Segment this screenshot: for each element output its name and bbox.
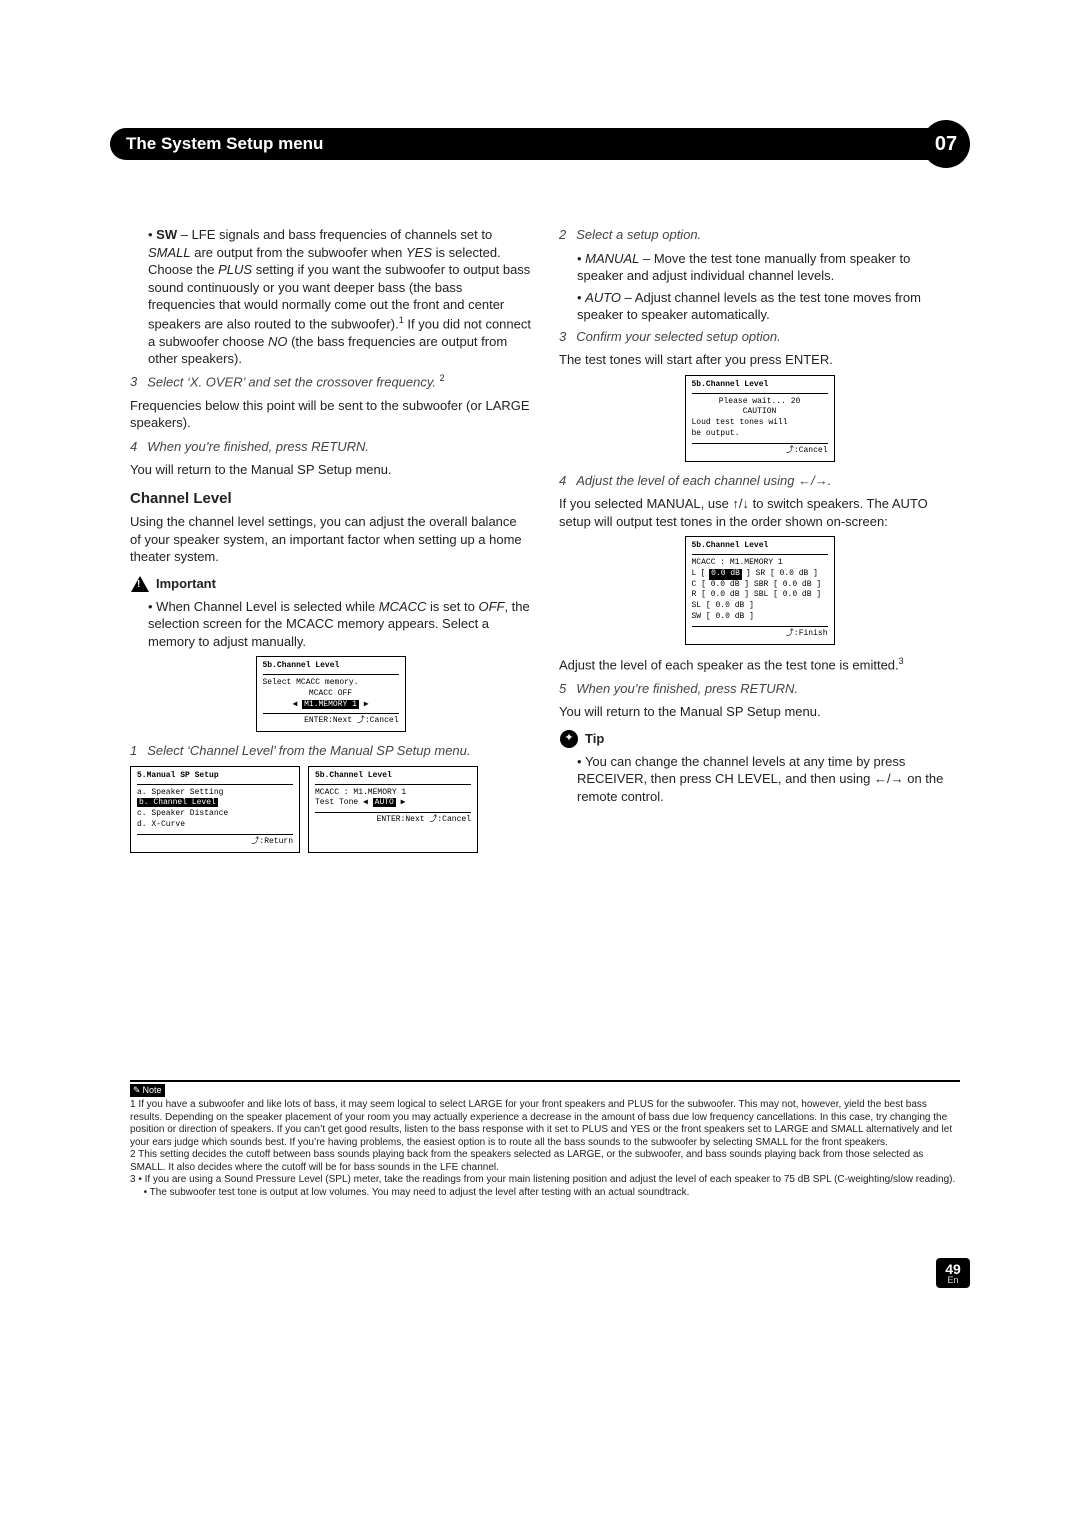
important-bullet: When Channel Level is selected while MCA… [148,598,531,651]
kw: SW [156,227,177,242]
tip-label: Tip [585,730,604,748]
warning-icon [130,574,150,594]
footnote-3: 3 • If you are using a Sound Pressure Le… [130,1174,960,1187]
page-lang: En [936,1275,970,1285]
tip-callout: ✦ Tip [559,729,960,749]
important-label: Important [156,575,216,593]
manual-bullet: MANUAL – Move the test tone manually fro… [577,250,960,285]
channel-level-intro: Using the channel level settings, you ca… [130,513,531,566]
footnote-1: 1 If you have a subwoofer and like lots … [130,1099,960,1149]
osd-manual-sp-setup: 5.Manual SP Setup a. Speaker Setting b. … [130,766,300,853]
step-4: 4Adjust the level of each channel using … [559,472,960,490]
important-callout: Important [130,574,531,594]
sw-bullet: SW – LFE signals and bass frequencies of… [148,226,531,368]
footnotes: ✎ Note 1 If you have a subwoofer and lik… [130,1080,960,1199]
footnote-ref-3: 3 [899,656,904,666]
step-3: 3Confirm your selected setup option. [559,328,960,346]
content-columns: SW – LFE signals and bass frequencies of… [130,226,960,863]
auto-bullet: AUTO – Adjust channel levels as the test… [577,289,960,324]
left-column: SW – LFE signals and bass frequencies of… [130,226,531,863]
osd-please-wait: 5b.Channel Level Please wait... 20 CAUTI… [685,375,835,462]
osd-channel-level-testtone: 5b.Channel Level MCACC : M1.MEMORY 1 Tes… [308,766,478,853]
header-bar: The System Setup menu [110,128,970,160]
osd-mcacc-memory: 5b.Channel Level Select MCACC memory. MC… [256,656,406,732]
note-label-row: ✎ Note [130,1084,960,1097]
step-5-body: You will return to the Manual SP Setup m… [559,703,960,721]
channel-level-heading: Channel Level [130,489,531,509]
osd-levels: 5b.Channel Level MCACC : M1.MEMORY 1 L[0… [685,536,835,644]
chapter-badge: 07 [922,120,970,168]
step-3-body: Frequencies below this point will be sen… [130,397,531,432]
footnote-3b: • The subwoofer test tone is output at l… [130,1187,960,1200]
note-icon: ✎ Note [130,1084,165,1097]
page-number-badge: 49 En [936,1258,970,1288]
step-1: 1Select ‘Channel Level’ from the Manual … [130,742,531,760]
header-title: The System Setup menu [126,134,323,154]
step-3: 3Select ‘X. OVER’ and set the crossover … [130,372,531,391]
step-5: 5When you’re finished, press RETURN. [559,680,960,698]
right-column: 2Select a setup option. MANUAL – Move th… [559,226,960,863]
tip-bullet: You can change the channel levels at any… [577,753,960,806]
step-4-body: You will return to the Manual SP Setup m… [130,461,531,479]
footnote-rule [130,1080,960,1082]
footnote-2: 2 This setting decides the cutoff betwee… [130,1149,960,1174]
after-step4: Adjust the level of each speaker as the … [559,655,960,674]
step-4: 4When you’re finished, press RETURN. [130,438,531,456]
osd-pair: 5.Manual SP Setup a. Speaker Setting b. … [130,766,531,853]
step-2: 2Select a setup option. [559,226,960,244]
gear-icon: ✦ [559,729,579,749]
footnote-ref-2: 2 [440,373,445,383]
step-3-body: The test tones will start after you pres… [559,351,960,369]
step-4-body: If you selected MANUAL, use ↑/↓ to switc… [559,495,960,530]
